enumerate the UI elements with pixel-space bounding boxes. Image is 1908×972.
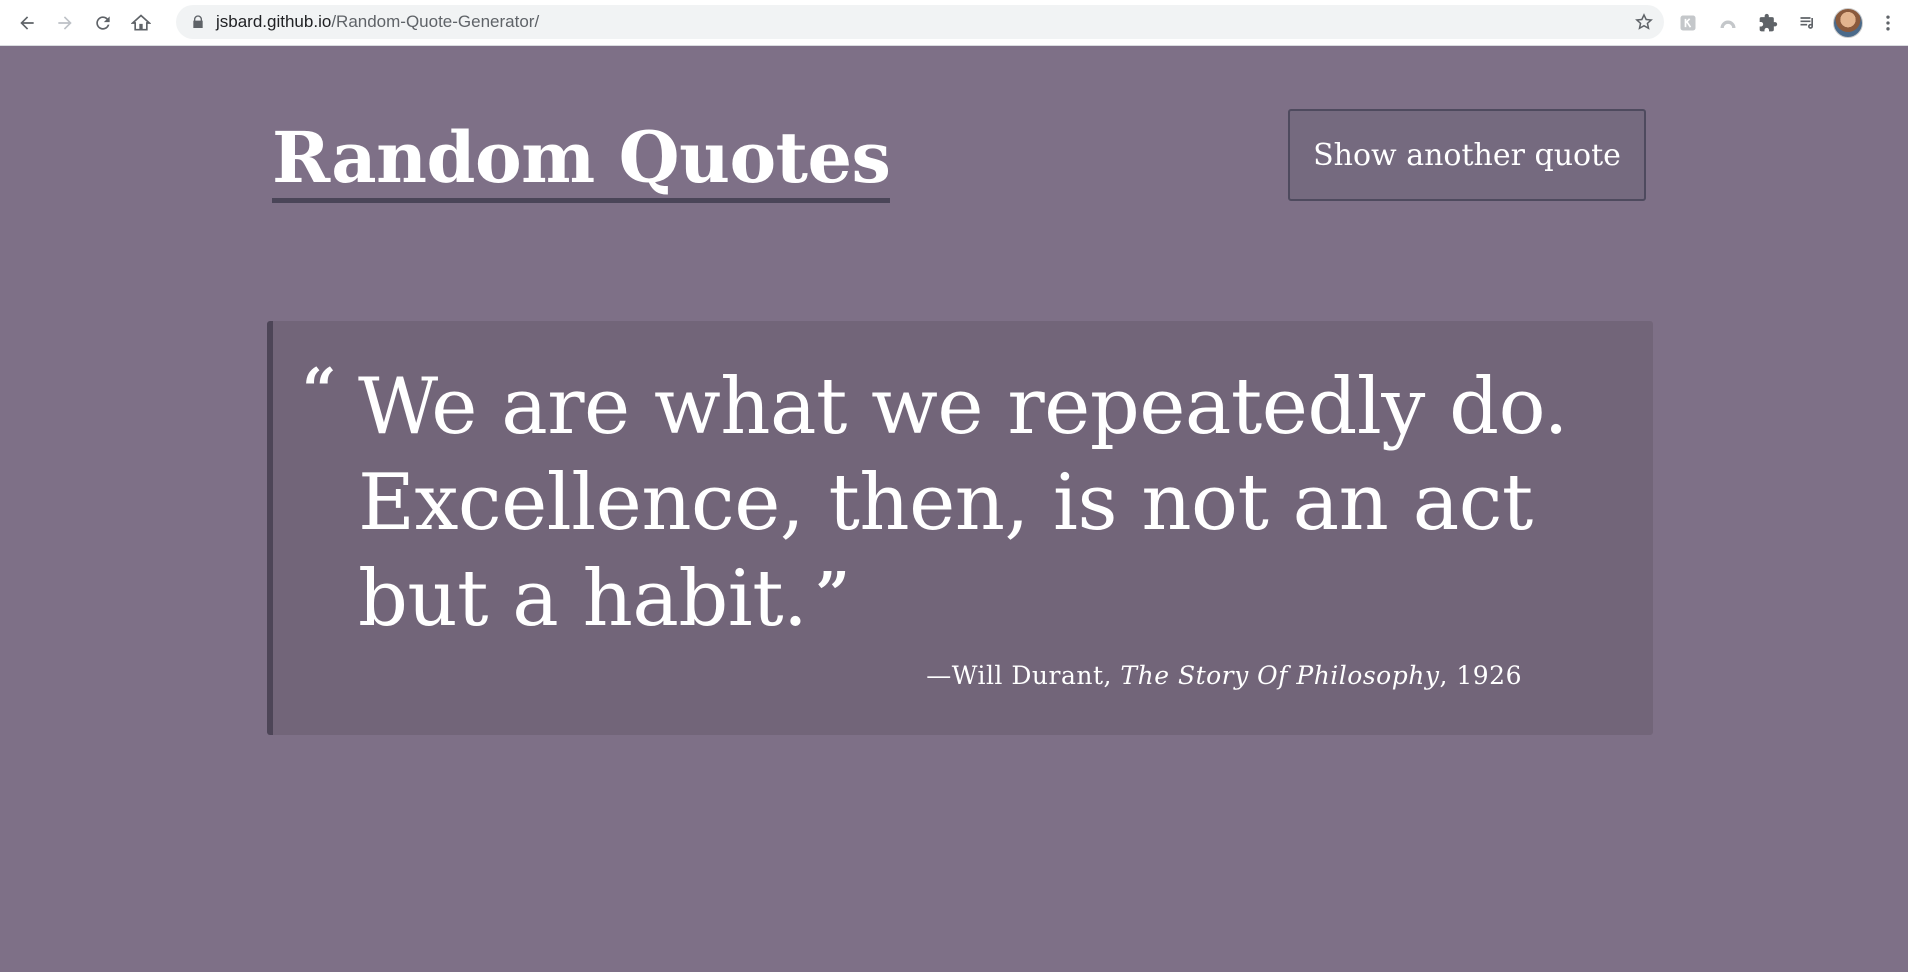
- address-bar[interactable]: jsbard.github.io/Random-Quote-Generator/: [176, 5, 1664, 39]
- quote-text: We are what we repeatedly do. Excellence…: [358, 359, 1638, 647]
- source-title: The Story Of Philosophy: [1120, 661, 1440, 690]
- star-icon[interactable]: [1634, 12, 1654, 32]
- arc-extension-icon[interactable]: [1708, 0, 1748, 45]
- open-quote-icon: “: [302, 356, 337, 426]
- avatar[interactable]: [1833, 7, 1863, 38]
- puzzle-icon[interactable]: [1748, 0, 1788, 45]
- lock-icon: [193, 15, 203, 28]
- quote-body: We are what we repeatedly do. Excellence…: [358, 362, 1568, 644]
- author-name: —Will Durant,: [926, 661, 1121, 690]
- forward-icon[interactable]: [46, 4, 84, 42]
- url-text: jsbard.github.io/Random-Quote-Generator/: [216, 12, 540, 31]
- close-quote-icon: ”: [815, 560, 850, 630]
- show-another-quote-button[interactable]: Show another quote: [1288, 109, 1646, 201]
- source-year: , 1926: [1439, 661, 1522, 690]
- menu-icon[interactable]: [1868, 0, 1908, 45]
- quote-card: “ We are what we repeatedly do. Excellen…: [267, 321, 1653, 735]
- quote-attribution: —Will Durant, The Story Of Philosophy, 1…: [926, 661, 1522, 690]
- extension-icon[interactable]: [1668, 0, 1708, 45]
- page-title: Random Quotes: [272, 118, 891, 203]
- browser-toolbar: jsbard.github.io/Random-Quote-Generator/: [0, 0, 1908, 46]
- extensions-area: [1668, 0, 1908, 45]
- reload-icon[interactable]: [84, 4, 122, 42]
- home-icon[interactable]: [122, 4, 160, 42]
- profile-icon[interactable]: [1828, 0, 1868, 45]
- media-icon[interactable]: [1788, 0, 1828, 45]
- back-icon[interactable]: [8, 4, 46, 42]
